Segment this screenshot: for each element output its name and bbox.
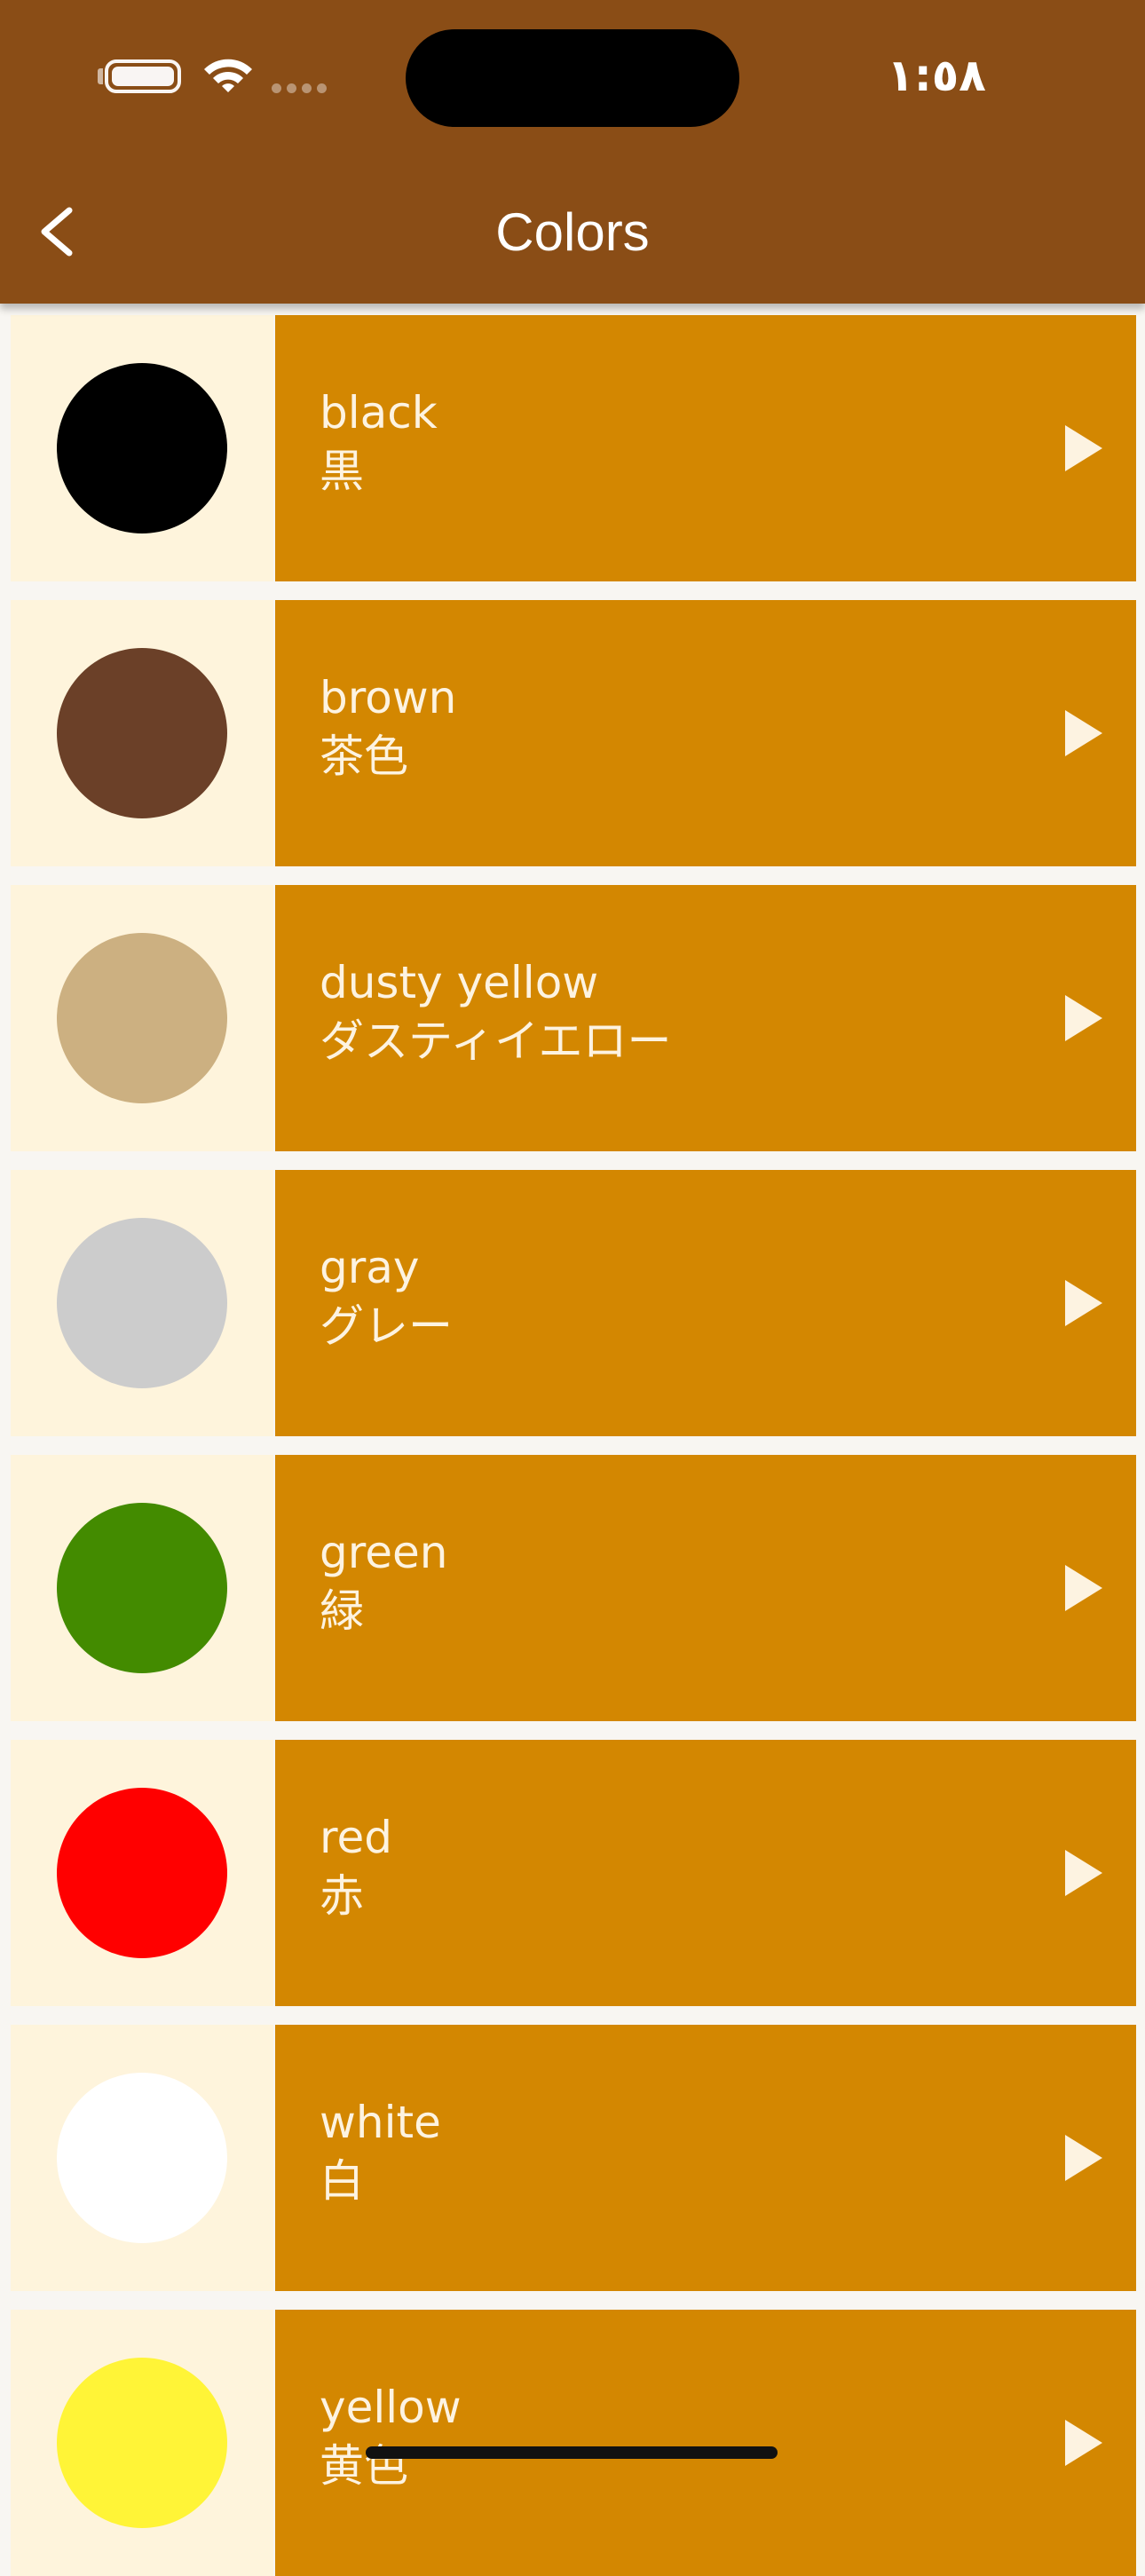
english-label: brown [320, 672, 457, 723]
color-row[interactable]: white 白 [11, 2025, 1136, 2291]
play-icon[interactable] [1062, 707, 1106, 760]
japanese-label: 緑 [320, 1585, 364, 1637]
swatch-panel [11, 1170, 273, 1436]
english-label: black [320, 387, 438, 439]
signal-dot [272, 83, 281, 93]
color-swatch [57, 1788, 227, 1958]
play-icon[interactable] [1062, 992, 1106, 1045]
japanese-label: 赤 [320, 1870, 364, 1922]
play-icon[interactable] [1062, 422, 1106, 475]
swatch-panel [11, 2025, 273, 2291]
play-icon[interactable] [1062, 1846, 1106, 1900]
swatch-panel [11, 315, 273, 581]
label-panel[interactable]: gray グレー [275, 1170, 1136, 1436]
japanese-label: グレー [320, 1300, 453, 1352]
status-bar: ١:٥٨ [0, 0, 1145, 160]
play-icon[interactable] [1062, 1561, 1106, 1615]
color-swatch [57, 363, 227, 533]
color-swatch [57, 2073, 227, 2243]
home-indicator [366, 2446, 778, 2459]
play-icon[interactable] [1062, 2131, 1106, 2185]
swatch-panel [11, 600, 273, 866]
japanese-label: 茶色 [320, 731, 408, 782]
color-swatch [57, 1503, 227, 1673]
english-label: red [320, 1812, 392, 1863]
page-title: Colors [495, 202, 650, 262]
color-row[interactable]: red 赤 [11, 1740, 1136, 2006]
signal-dot [317, 83, 327, 93]
swatch-panel [11, 1455, 273, 1721]
label-panel[interactable]: red 赤 [275, 1740, 1136, 2006]
dynamic-island [406, 29, 739, 127]
wifi-icon [204, 59, 252, 92]
label-panel[interactable]: yellow 黄色 [275, 2310, 1136, 2576]
label-panel[interactable]: green 緑 [275, 1455, 1136, 1721]
chevron-left-icon [41, 207, 73, 257]
english-label: gray [320, 1242, 420, 1293]
color-row[interactable]: black 黒 [11, 315, 1136, 581]
japanese-label: 黒 [320, 446, 364, 497]
color-row[interactable]: gray グレー [11, 1170, 1136, 1436]
color-swatch [57, 648, 227, 818]
color-swatch [57, 933, 227, 1103]
color-list: black 黒 brown 茶色 dusty yellow ダスティイエロー gray グレー… [0, 0, 1145, 2576]
english-label: white [320, 2097, 441, 2148]
battery-icon [105, 59, 181, 93]
signal-dot [302, 83, 312, 93]
color-swatch [57, 1218, 227, 1388]
color-row[interactable]: brown 茶色 [11, 600, 1136, 866]
color-swatch [57, 2358, 227, 2528]
swatch-panel [11, 1740, 273, 2006]
battery-cap [98, 68, 103, 84]
japanese-label: 白 [320, 2155, 364, 2207]
back-button[interactable] [27, 191, 98, 271]
battery-level [112, 67, 174, 86]
color-row[interactable]: dusty yellow ダスティイエロー [11, 885, 1136, 1151]
color-row[interactable]: yellow 黄色 [11, 2310, 1136, 2576]
label-panel[interactable]: black 黒 [275, 315, 1136, 581]
japanese-label: ダスティイエロー [320, 1015, 672, 1067]
label-panel[interactable]: white 白 [275, 2025, 1136, 2291]
play-icon[interactable] [1062, 2416, 1106, 2469]
swatch-panel [11, 885, 273, 1151]
signal-dot [287, 83, 296, 93]
swatch-panel [11, 2310, 273, 2576]
english-label: yellow [320, 2382, 462, 2433]
app-header: ١:٥٨ Colors [0, 0, 1145, 304]
play-icon[interactable] [1062, 1276, 1106, 1330]
label-panel[interactable]: brown 茶色 [275, 600, 1136, 866]
status-time: ١:٥٨ [887, 50, 986, 101]
label-panel[interactable]: dusty yellow ダスティイエロー [275, 885, 1136, 1151]
english-label: green [320, 1527, 448, 1578]
english-label: dusty yellow [320, 957, 599, 1008]
color-row[interactable]: green 緑 [11, 1455, 1136, 1721]
cellular-signal-icon [272, 83, 334, 94]
